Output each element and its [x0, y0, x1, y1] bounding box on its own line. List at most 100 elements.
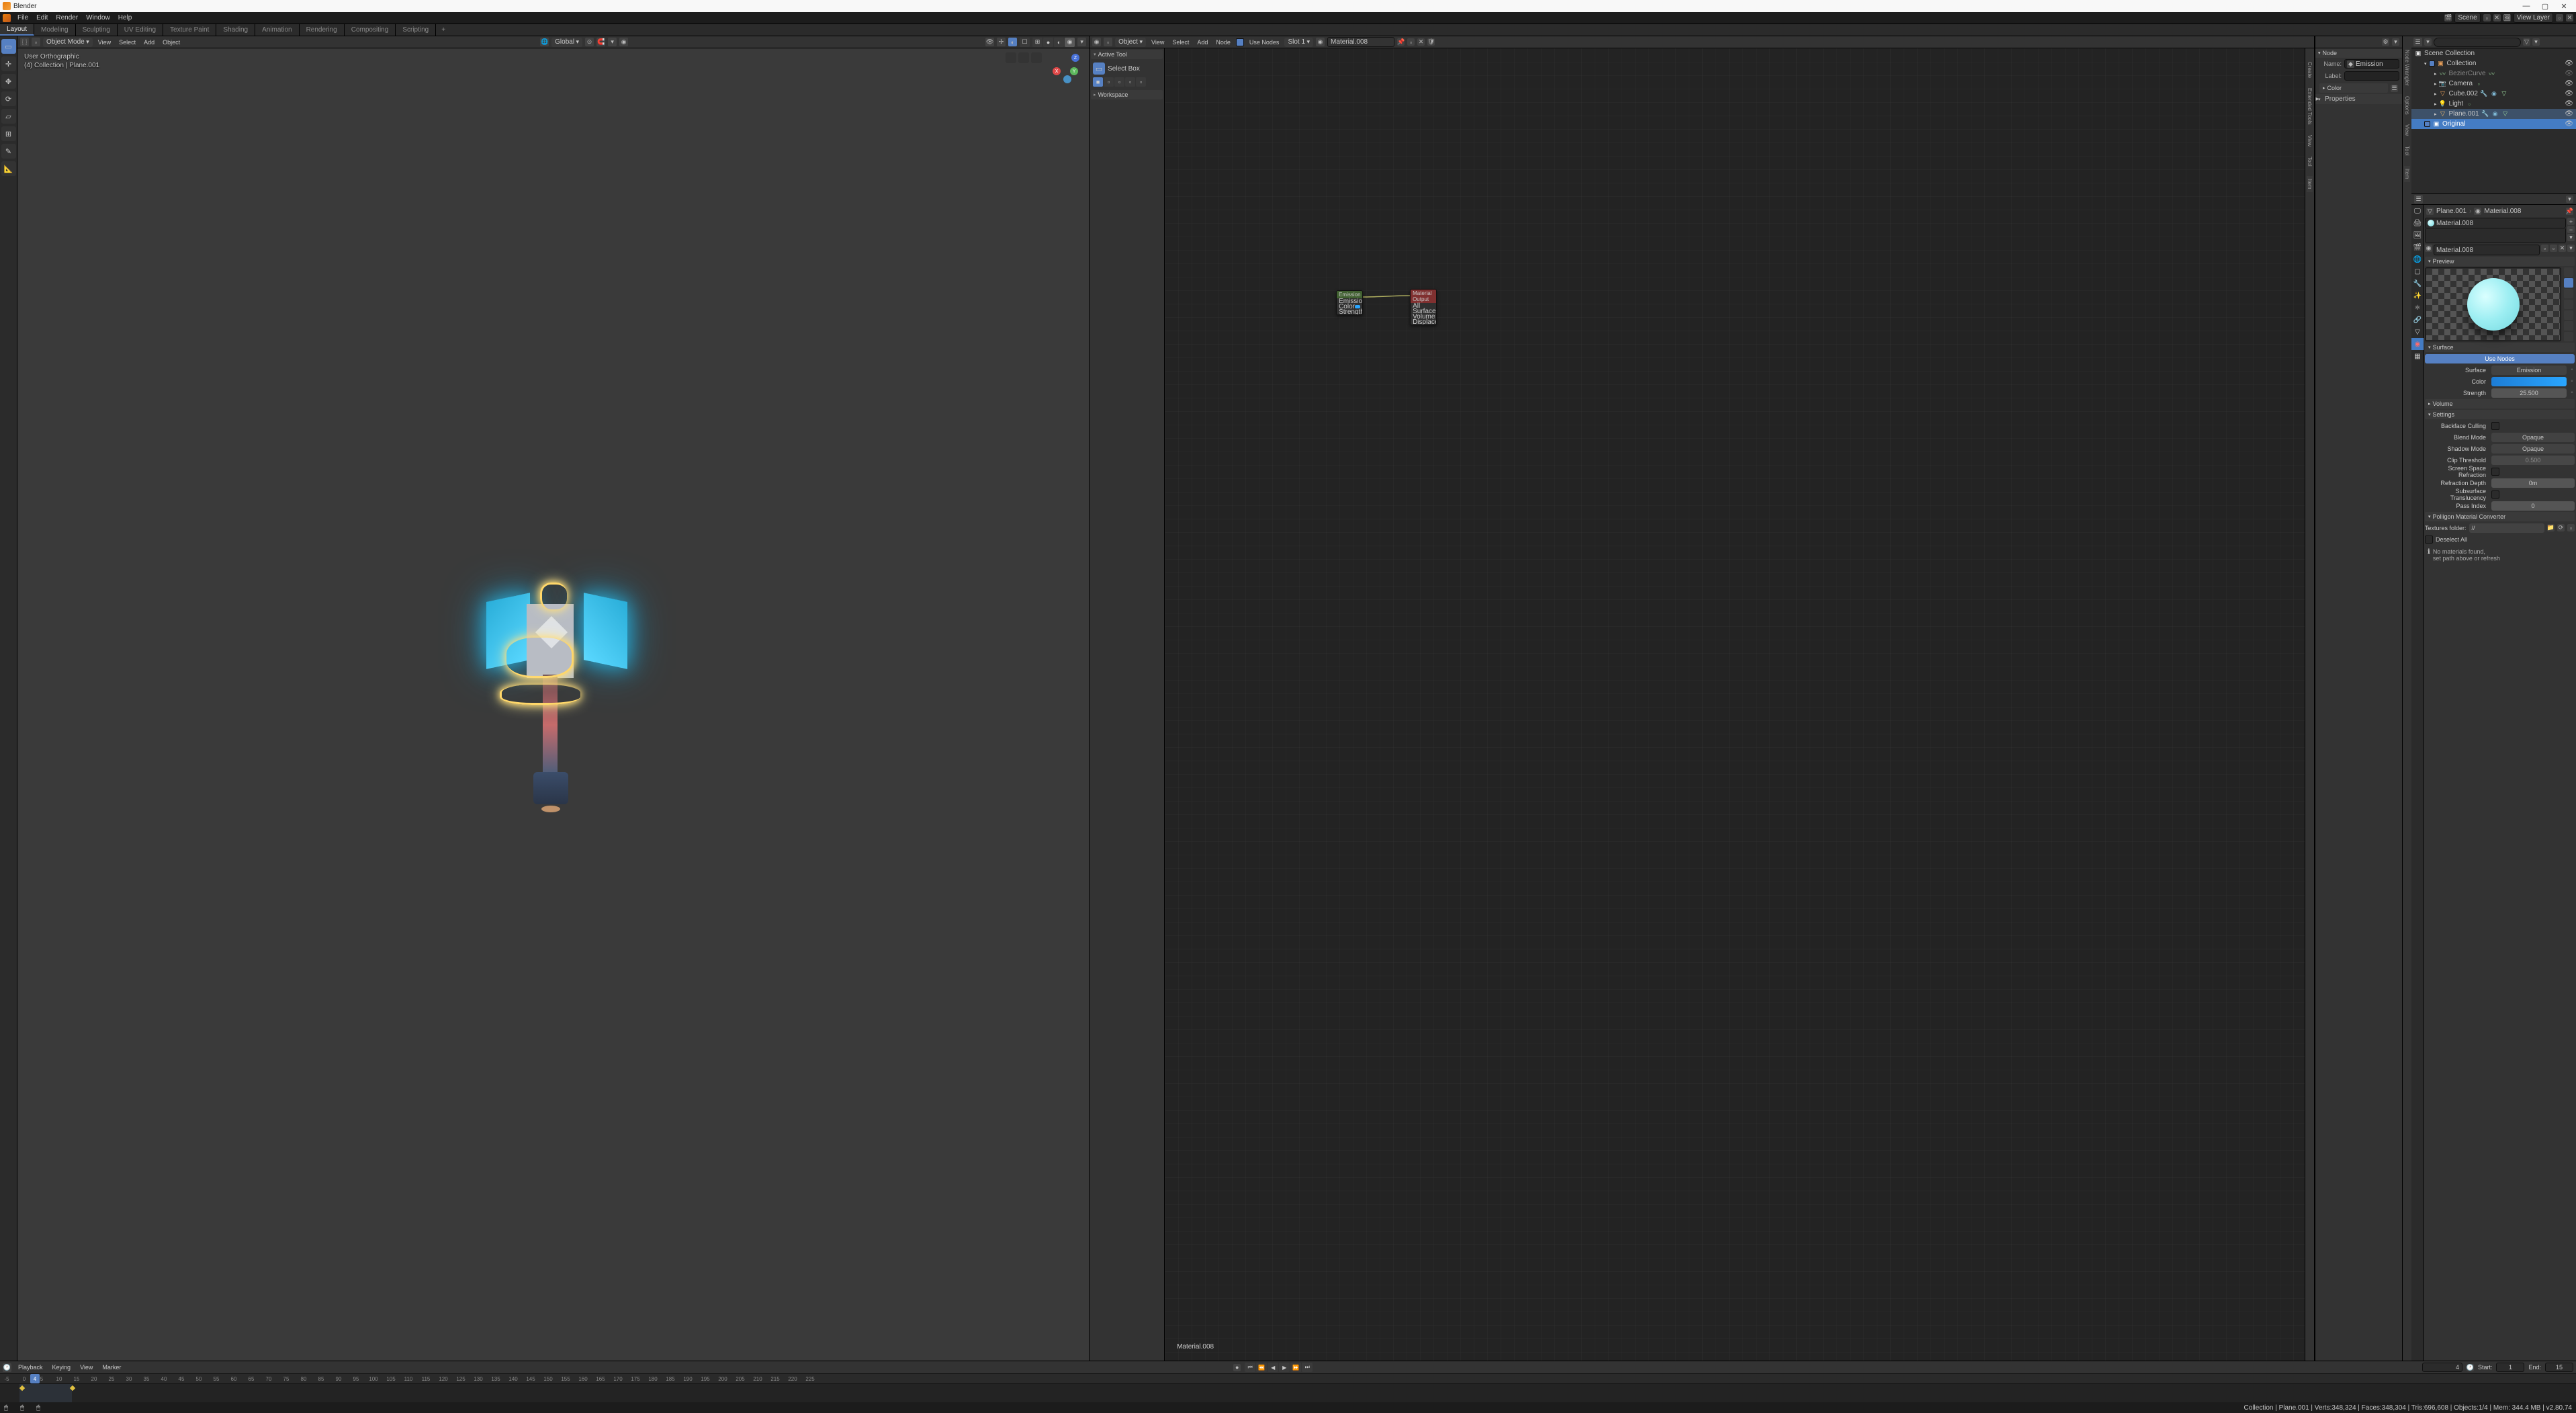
node-properties-header[interactable]: ▸ Properties [2315, 94, 2402, 104]
play-icon[interactable]: ▶ [1279, 1363, 1290, 1372]
ptab-material[interactable]: ◉ [2411, 338, 2424, 350]
material-copy-icon[interactable]: ▫ [1407, 38, 1415, 46]
slot-add-icon[interactable]: + [2567, 218, 2575, 225]
node-color-header[interactable]: Color [2319, 83, 2388, 93]
node-emission[interactable]: Emission Emission Color Strength25.500 [1336, 290, 1363, 315]
orientation-selector[interactable]: Global ▾ [551, 38, 582, 47]
preview-hair[interactable] [2564, 300, 2573, 309]
material-browse-icon[interactable]: ◉ [2425, 245, 2432, 252]
sh-menu-add[interactable]: Add [1194, 39, 1210, 46]
autokey-icon[interactable]: ● [1233, 1364, 1241, 1371]
vtab-options[interactable]: Options [2404, 96, 2410, 115]
color-value[interactable] [2491, 377, 2567, 386]
sss-checkbox[interactable] [2491, 490, 2499, 499]
vtab-tool[interactable]: Tool [2307, 157, 2313, 167]
vtab-item2[interactable]: Item [2404, 166, 2410, 182]
slot-menu-icon[interactable]: ▾ [2567, 234, 2575, 241]
viewlayer-selector[interactable]: View Layer [2514, 13, 2553, 23]
tl-menu-playback[interactable]: Playback [15, 1364, 46, 1371]
timeline-ruler[interactable]: 4 -5051015202530354045505560657075808590… [0, 1373, 2576, 1384]
outliner-tree[interactable]: ▣ Scene Collection ▾ ▣ Collection 👁 ▸ 〰 … [2411, 48, 2576, 194]
ptab-texture[interactable]: ▦ [2411, 350, 2424, 362]
vtab-extended[interactable]: Extended Tools [2307, 88, 2313, 125]
timeline-tracks[interactable] [0, 1384, 2576, 1402]
object-types-icon[interactable]: 👁 [985, 38, 994, 46]
mat-users-icon[interactable]: ▫ [2541, 245, 2548, 252]
ptab-constraint[interactable]: 🔗 [2411, 314, 2424, 326]
preview-section[interactable]: Preview [2425, 257, 2575, 266]
vp-menu-object[interactable]: Object [160, 39, 183, 46]
node-section-header[interactable]: Node [2315, 48, 2402, 58]
node-sidebar-opt-icon[interactable]: ⚙ [2382, 38, 2389, 46]
tool-move[interactable]: ✥ [1, 74, 16, 89]
collection-include-checkbox[interactable] [2429, 60, 2435, 67]
pass-value[interactable]: 0 [2491, 501, 2575, 511]
shading-wireframe[interactable]: ⊞ [1032, 38, 1042, 47]
deselect-checkbox[interactable] [2425, 536, 2433, 544]
item-vis-icon[interactable]: 👁 [2565, 120, 2573, 128]
clip-value[interactable]: 0.500 [2491, 456, 2575, 465]
item-vis-icon[interactable]: 👁 [2565, 100, 2573, 108]
tree-item[interactable]: ▸ ▽ Cube.002 🔧 ◉ ▽ 👁 [2411, 89, 2576, 99]
shading-options-icon[interactable]: ▾ [1077, 38, 1086, 46]
editor-type-icon[interactable]: ⬚ [20, 38, 29, 46]
folder-refresh-icon[interactable]: ⟳ [2557, 524, 2565, 531]
tree-item[interactable]: ▸ 💡 Light ▫ 👁 [2411, 99, 2576, 109]
slot-selector[interactable]: Slot 1 ▾ [1284, 38, 1313, 47]
shader-type-icon[interactable]: ▫ [1104, 38, 1112, 46]
tool-cursor[interactable]: ✛ [1, 56, 16, 71]
snap-toggle-icon[interactable]: 🧲 [596, 38, 605, 46]
poliigon-section[interactable]: Poliigon Material Converter [2425, 512, 2575, 521]
viewport-3d[interactable]: User Orthographic (4) Collection | Plane… [17, 48, 1089, 1361]
preview-sphere-btn[interactable] [2564, 278, 2573, 288]
shader-type-selector[interactable]: Object ▾ [1115, 38, 1146, 47]
viewlayer-new-icon[interactable]: ▫ [2483, 14, 2491, 22]
folder-browse-icon[interactable]: 📁 [2547, 524, 2555, 531]
use-nodes-checkbox[interactable] [1236, 38, 1244, 46]
prop-edit-icon[interactable]: ◉ [619, 38, 628, 46]
props-options-icon[interactable]: ▾ [2566, 196, 2573, 203]
filter-icon[interactable]: ▽ [2523, 38, 2530, 46]
tab-animation[interactable]: Animation [255, 24, 299, 36]
editor-type-icon[interactable]: 🕐 [3, 1363, 11, 1372]
select-extend[interactable]: ▫ [1104, 77, 1114, 87]
use-nodes-button[interactable]: Use Nodes [2425, 354, 2575, 363]
active-tool-header[interactable]: Active Tool [1091, 50, 1163, 59]
node-name-input[interactable]: ◆Emission [2344, 59, 2399, 69]
playhead[interactable]: 4 [30, 1374, 40, 1383]
folder-open-icon[interactable]: ▫ [2567, 524, 2575, 531]
strength-options-icon[interactable]: ◦ [2569, 389, 2575, 396]
tab-compositing[interactable]: Compositing [345, 24, 396, 36]
overlays-icon[interactable]: ◐ [1008, 38, 1017, 46]
vtab-tool2[interactable]: Tool [2404, 146, 2410, 156]
material-name-field[interactable]: Material.008 [2434, 245, 2540, 255]
vtab-view[interactable]: View [2307, 135, 2313, 146]
tool-select-box[interactable]: ▭ [1, 39, 16, 54]
snap-options-icon[interactable]: ▾ [608, 38, 617, 46]
current-frame-field[interactable]: 4 [2422, 1363, 2462, 1372]
shadow-value[interactable]: Opaque [2491, 444, 2575, 454]
mat-new-icon[interactable]: ▫ [2550, 245, 2557, 252]
ptab-viewlayer[interactable]: 🖼 [2411, 229, 2424, 241]
material-fake-icon[interactable]: 🛡 [1427, 38, 1435, 46]
ptab-modifier[interactable]: 🔧 [2411, 277, 2424, 290]
window-minimize-button[interactable]: — [2517, 0, 2536, 12]
color-options-icon[interactable]: ◦ [2569, 378, 2575, 385]
material-browse-icon[interactable]: ◉ [1316, 38, 1325, 46]
select-intersect[interactable]: ▫ [1136, 77, 1146, 87]
vtab-item[interactable]: Item [2307, 176, 2313, 192]
shading-lookdev[interactable]: ◐ [1054, 38, 1064, 47]
jump-end-icon[interactable]: ⏭ [1302, 1363, 1313, 1372]
pivot-icon[interactable]: ⊙ [585, 38, 594, 46]
item-vis-icon[interactable]: 👁 [2565, 80, 2573, 87]
select-invert[interactable]: ▫ [1125, 77, 1135, 87]
ptab-physics[interactable]: ⚛ [2411, 302, 2424, 314]
textures-folder-field[interactable]: // [2469, 523, 2544, 533]
surface-options-icon[interactable]: ◦ [2569, 366, 2575, 374]
filter-options-icon[interactable]: ▾ [2532, 38, 2540, 46]
window-close-button[interactable]: ✕ [2555, 0, 2573, 12]
preview-fluid[interactable] [2564, 332, 2573, 341]
menu-window[interactable]: Window [82, 13, 114, 23]
preview-flat[interactable] [2564, 267, 2573, 277]
mat-unlink-icon[interactable]: ✕ [2559, 245, 2566, 252]
